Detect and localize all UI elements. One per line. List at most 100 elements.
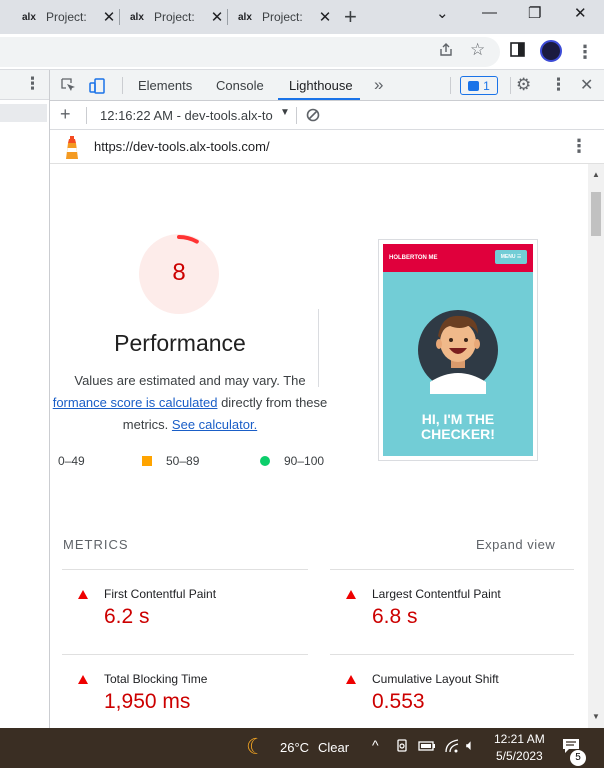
toolbar-divider (296, 107, 297, 124)
alx-favicon-icon: alx (238, 11, 252, 23)
fail-triangle-icon (346, 590, 356, 599)
minimize-button[interactable]: — (482, 4, 497, 21)
close-tab-icon[interactable]: ✕ (102, 8, 116, 26)
bookmark-star-icon[interactable]: ☆ (470, 40, 485, 60)
browser-toolbar: ☆ ⋮ (0, 34, 604, 70)
profile-avatar[interactable] (540, 40, 562, 62)
toolbar-divider (122, 77, 123, 94)
desc-line-3-start: metrics. (122, 417, 172, 432)
scrollbar-thumb[interactable] (591, 192, 601, 236)
toolbar-divider (86, 107, 87, 124)
see-calculator-link[interactable]: See calculator. (172, 417, 257, 432)
page-menu-icon[interactable]: ⋮ (24, 74, 41, 94)
volume-icon[interactable]: 🔈︎ (466, 737, 475, 754)
tab-lighthouse[interactable]: Lighthouse (289, 78, 353, 93)
score-calculation-link[interactable]: formance score is calculated (53, 395, 218, 410)
tab-search-chevron-icon[interactable]: ⌄ (436, 4, 449, 22)
hero-line-2: CHECKER! (421, 426, 495, 442)
lighthouse-report: 8 Performance Values are estimated and m… (50, 164, 588, 728)
close-devtools-icon[interactable]: ✕ (580, 75, 593, 95)
more-tabs-icon[interactable]: » (374, 75, 383, 95)
browser-tab[interactable]: alx Project: ✕ (22, 0, 116, 34)
final-screenshot: HOLBERTON ME MENU ☰ HI, I'M THE CHECKER! (378, 239, 538, 461)
dropdown-arrow-icon[interactable]: ▼ (280, 107, 290, 118)
share-icon[interactable] (438, 42, 454, 62)
issues-badge[interactable]: 1 (460, 76, 498, 95)
omnibox[interactable] (0, 37, 500, 67)
new-report-icon[interactable]: + (60, 104, 71, 125)
screenshot-hero-text: HI, I'M THE CHECKER! (383, 412, 533, 442)
weather-condition[interactable]: Clear (318, 740, 349, 755)
tab-title: Project: (46, 10, 87, 24)
new-tab-button[interactable]: + (344, 4, 357, 30)
wifi-icon[interactable] (444, 738, 460, 757)
performance-gauge: 8 (139, 234, 219, 314)
browser-menu-icon[interactable]: ⋮ (576, 42, 594, 63)
browser-tab[interactable]: alx Project: ✕ (238, 0, 332, 34)
network-device-icon[interactable] (396, 738, 410, 757)
legend-fail: 0–49 (58, 454, 85, 468)
notification-count: 5 (570, 750, 586, 766)
close-tab-icon[interactable]: ✕ (318, 8, 332, 26)
settings-gear-icon[interactable]: ⚙ (516, 75, 531, 95)
metric-divider (330, 569, 574, 570)
clock-time[interactable]: 12:21 AM (494, 732, 545, 746)
report-selector[interactable]: 12:16:22 AM - dev-tools.alx-to (100, 108, 273, 123)
legend-pass: 90–100 (260, 454, 324, 468)
weather-temperature[interactable]: 26°C (280, 740, 309, 755)
report-menu-icon[interactable]: ⋮ (570, 136, 588, 157)
category-title: Performance (114, 330, 246, 356)
lighthouse-toolbar: + 12:16:22 AM - dev-tools.alx-to ▼ (50, 101, 604, 130)
tab-elements[interactable]: Elements (138, 78, 192, 93)
close-window-button[interactable]: ✕ (574, 4, 587, 22)
issues-count: 1 (483, 78, 490, 93)
report-scrollbar[interactable]: ▲ ▼ (588, 164, 604, 728)
restore-button[interactable]: ❐ (528, 4, 541, 22)
battery-icon[interactable] (418, 739, 436, 756)
page-viewport: ⋮ (0, 70, 50, 728)
metric-value: 1,950 ms (104, 690, 191, 713)
metric-divider (330, 654, 574, 655)
metrics-header: METRICS (63, 537, 129, 552)
section-divider (318, 309, 319, 387)
lighthouse-logo-icon (64, 136, 80, 163)
inspect-element-icon[interactable] (60, 77, 76, 97)
alx-favicon-icon: alx (130, 11, 144, 23)
device-toolbar-icon[interactable] (88, 77, 106, 99)
metric-name: Total Blocking Time (104, 672, 208, 686)
legend-average: 50–89 (142, 454, 199, 468)
devtools-menu-icon[interactable]: ⋮ (550, 75, 567, 95)
browser-tab[interactable]: alx Project: ✕ (130, 0, 224, 34)
fail-triangle-icon (78, 675, 88, 684)
report-url-bar: https://dev-tools.alx-tools.com/ ⋮ (50, 130, 604, 164)
metric-name: Cumulative Layout Shift (372, 672, 499, 686)
tab-divider (227, 9, 228, 25)
tab-console[interactable]: Console (216, 78, 264, 93)
windows-taskbar: ☾ 26°C Clear ^ 🔈︎ 12:21 AM 5/5/2023 5 (0, 728, 604, 768)
devtools-toolbar: Elements Console Lighthouse » 1 ⚙ ⋮ ✕ (50, 70, 604, 101)
screenshot-menu: MENU ☰ (495, 250, 527, 264)
legend-range: 50–89 (166, 454, 200, 468)
close-tab-icon[interactable]: ✕ (210, 8, 224, 26)
clock-date[interactable]: 5/5/2023 (496, 749, 543, 763)
legend-range: 90–100 (284, 454, 325, 468)
screenshot-content: HOLBERTON ME MENU ☰ HI, I'M THE CHECKER! (383, 244, 533, 456)
desc-line-2: formance score is calculated directly fr… (50, 392, 330, 414)
scroll-down-arrow-icon[interactable]: ▼ (592, 712, 600, 721)
browser-tab-strip: alx Project: ✕ alx Project: ✕ alx Projec… (0, 0, 604, 34)
expand-view-toggle[interactable]: Expand view (476, 537, 555, 552)
metric-value: 0.553 (372, 690, 425, 713)
show-hidden-icons-chevron-icon[interactable]: ^ (372, 737, 379, 753)
metric-divider (62, 569, 308, 570)
report-url[interactable]: https://dev-tools.alx-tools.com/ (94, 139, 270, 154)
scroll-up-arrow-icon[interactable]: ▲ (592, 170, 600, 179)
metric-name: First Contentful Paint (104, 587, 217, 601)
active-tab-indicator (278, 98, 360, 100)
clear-reports-icon[interactable] (306, 108, 320, 125)
metric-value: 6.2 s (104, 605, 150, 628)
tab-divider (119, 9, 120, 25)
desc-line-2-rest: directly from these (217, 395, 328, 410)
desc-line-1: Values are estimated and may vary. The (74, 373, 306, 388)
side-panel-icon[interactable] (510, 42, 525, 61)
hero-line-1: HI, I'M THE (421, 411, 495, 427)
